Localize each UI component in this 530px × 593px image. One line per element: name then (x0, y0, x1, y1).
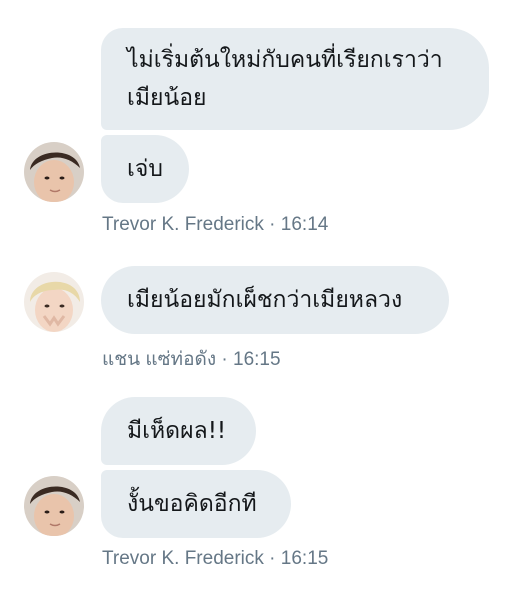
message-text-line: ไม่เริ่มต้นใหม่กับคนที่เรียกเราว่า (127, 47, 443, 73)
avatar-image (24, 272, 84, 332)
meta-separator: · (221, 349, 228, 370)
message-text-line: เมียน้อย (127, 85, 207, 111)
avatar-image (24, 476, 84, 536)
message-bubble[interactable]: เจ่บ (101, 135, 189, 203)
message-text: เจ่บ (127, 156, 163, 182)
avatar-trevor[interactable] (24, 142, 84, 202)
message-meta: Trevor K. Frederick · 16:15 (102, 548, 328, 570)
avatar-image (24, 142, 84, 202)
message-text: งั้นขอคิดอีกที (127, 491, 257, 517)
message-meta: Trevor K. Frederick · 16:14 (102, 214, 328, 236)
message-text: มีเห็ดผล!! (127, 418, 227, 444)
avatar-trevor[interactable] (24, 476, 84, 536)
meta-separator: · (269, 548, 276, 569)
timestamp: 16:15 (233, 349, 281, 370)
message-bubble[interactable]: ไม่เริ่มต้นใหม่กับคนที่เรียกเราว่า เมียน… (101, 28, 489, 130)
meta-separator: · (269, 214, 276, 235)
sender-name[interactable]: Trevor K. Frederick (102, 548, 264, 569)
message-bubble[interactable]: งั้นขอคิดอีกที (101, 470, 291, 538)
message-bubble[interactable]: เมียน้อยมักเผ็ชกว่าเมียหลวง (101, 266, 449, 334)
sender-name[interactable]: แชน แซ่ท่อดัง (102, 349, 216, 370)
sender-name[interactable]: Trevor K. Frederick (102, 214, 264, 235)
timestamp: 16:15 (280, 548, 329, 569)
timestamp: 16:14 (280, 214, 329, 235)
message-text: เมียน้อยมักเผ็ชกว่าเมียหลวง (127, 287, 403, 313)
avatar-shane[interactable] (24, 272, 84, 332)
message-meta: แชน แซ่ท่อดัง · 16:15 (102, 344, 281, 374)
message-bubble[interactable]: มีเห็ดผล!! (101, 397, 256, 465)
